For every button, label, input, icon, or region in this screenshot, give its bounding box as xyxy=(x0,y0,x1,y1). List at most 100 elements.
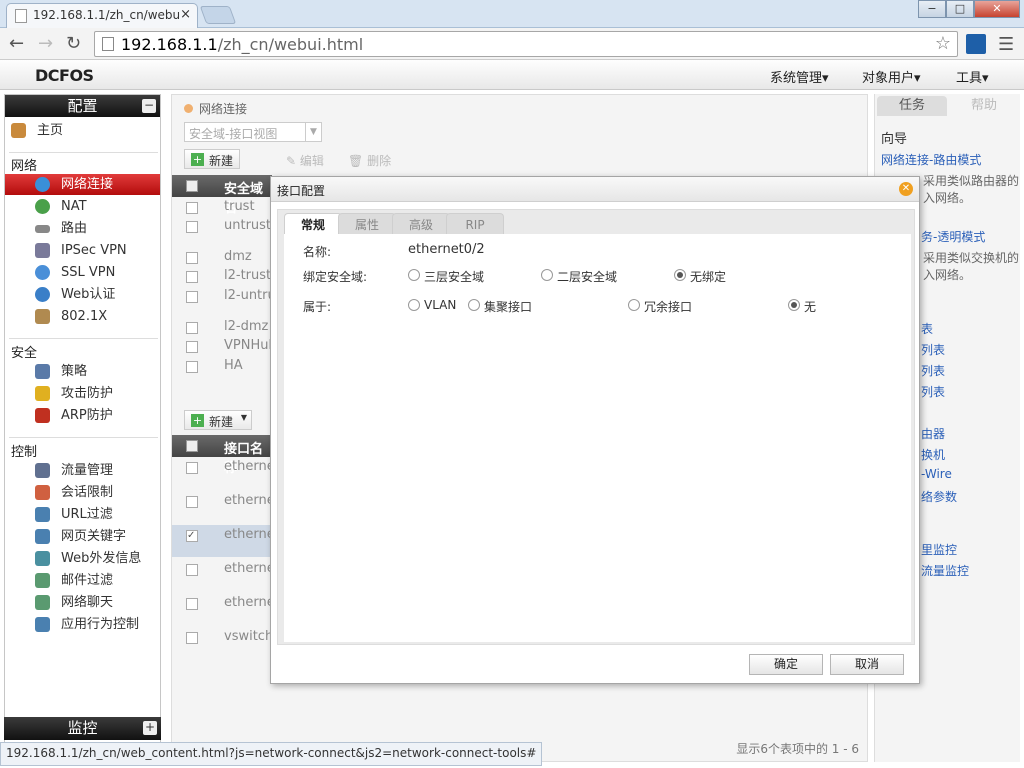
tab-close-icon[interactable]: × xyxy=(180,7,191,22)
radio-redundant[interactable]: 冗余接口 xyxy=(628,298,692,315)
browser-tab[interactable]: 192.168.1.1/zh_cn/webu × xyxy=(6,3,198,28)
radio-vlan[interactable]: VLAN xyxy=(408,298,456,312)
menu-tools[interactable]: 工具▾ xyxy=(956,67,989,86)
ok-button[interactable]: 确定 xyxy=(749,654,823,675)
sidebar-item-traffic-mgmt[interactable]: 流量管理 xyxy=(5,460,160,481)
radio-no-bind[interactable]: 无绑定 xyxy=(674,268,726,285)
table-cell[interactable]: VPNHub xyxy=(224,338,277,353)
sidebar-item-web-auth[interactable]: Web认证 xyxy=(5,284,160,305)
row-checkbox[interactable] xyxy=(186,271,198,283)
row-checkbox[interactable] xyxy=(186,496,198,508)
sidebar-item-policy[interactable]: 策略 xyxy=(5,361,160,382)
sidebar-item-mail-filter[interactable]: 邮件过滤 xyxy=(5,570,160,591)
link-transparent-mode[interactable]: 务-透明模式 xyxy=(921,228,985,245)
view-select[interactable]: 安全域-接口视图 ▼ xyxy=(184,122,322,142)
task-link[interactable]: 流量监控 xyxy=(921,562,969,579)
sidebar-item-session-limit[interactable]: 会话限制 xyxy=(5,482,160,503)
tab-general[interactable]: 常规 xyxy=(284,213,342,235)
menu-system-admin[interactable]: 系统管理▾ xyxy=(770,67,829,86)
sidebar-item-network-connect[interactable]: 网络连接 xyxy=(5,174,160,195)
delete-button[interactable]: 🗑 删除 xyxy=(348,152,391,169)
row-checkbox[interactable] xyxy=(186,361,198,373)
table-cell[interactable]: etherne xyxy=(224,527,275,542)
task-link[interactable]: 列表 xyxy=(921,341,945,358)
task-link[interactable]: 列表 xyxy=(921,383,945,400)
sidebar-item-home[interactable]: 主页 xyxy=(5,120,160,141)
expand-icon[interactable]: + xyxy=(143,721,157,735)
radio-l2-zone[interactable]: 二层安全域 xyxy=(541,268,617,285)
task-link[interactable]: 由器 xyxy=(921,425,945,442)
tab-rip[interactable]: RIP xyxy=(446,213,504,235)
menu-object-user[interactable]: 对象用户▾ xyxy=(862,67,921,86)
row-checkbox[interactable] xyxy=(186,598,198,610)
task-link[interactable]: 列表 xyxy=(921,362,945,379)
table-cell[interactable]: HA xyxy=(224,358,243,373)
sidebar-item-ipsec-vpn[interactable]: IPSec VPN xyxy=(5,240,160,261)
sidebar-item-arp-defense[interactable]: ARP防护 xyxy=(5,405,160,426)
link-route-mode[interactable]: 网络连接-路由模式 xyxy=(881,151,981,168)
tab-tasks[interactable]: 任务 xyxy=(877,96,947,116)
row-checkbox[interactable] xyxy=(186,341,198,353)
task-link[interactable]: 里监控 xyxy=(921,541,957,558)
browser-menu-icon[interactable]: ☰ xyxy=(998,34,1014,55)
task-link[interactable]: 络参数 xyxy=(921,488,957,505)
radio-l3-zone[interactable]: 三层安全域 xyxy=(408,268,484,285)
row-checkbox[interactable] xyxy=(186,462,198,474)
sidebar-item-ssl-vpn[interactable]: SSL VPN xyxy=(5,262,160,283)
extension-icon[interactable] xyxy=(966,34,986,54)
cancel-button[interactable]: 取消 xyxy=(830,654,904,675)
reload-icon[interactable]: ↻ xyxy=(66,33,81,54)
row-checkbox[interactable] xyxy=(186,632,198,644)
table-cell[interactable]: dmz xyxy=(224,249,252,264)
row-checkbox[interactable] xyxy=(186,252,198,264)
row-checkbox[interactable] xyxy=(186,322,198,334)
back-arrow-icon[interactable]: ← xyxy=(9,33,24,54)
task-link[interactable]: 换机 xyxy=(921,446,945,463)
sidebar-monitor-header[interactable]: 监控 + xyxy=(4,717,161,740)
address-bar[interactable]: 192.168.1.1/zh_cn/webui.html ☆ xyxy=(94,31,958,57)
maximize-button[interactable]: □ xyxy=(946,0,974,18)
row-checkbox[interactable]: ✓ xyxy=(186,530,198,542)
sidebar-item-attack-defense[interactable]: 攻击防护 xyxy=(5,383,160,404)
new-zone-button[interactable]: + 新建 xyxy=(184,149,241,169)
sidebar-item-8021x[interactable]: 802.1X xyxy=(5,306,160,327)
sidebar-item-web-post[interactable]: Web外发信息 xyxy=(5,548,160,569)
tab-properties[interactable]: 属性 xyxy=(338,213,396,235)
tab-help[interactable]: 帮助 xyxy=(949,96,1019,116)
window-close-button[interactable]: ✕ xyxy=(974,0,1020,18)
radio-aggregate[interactable]: 集聚接口 xyxy=(468,298,532,315)
table-cell[interactable]: etherne xyxy=(224,595,275,610)
sidebar-item-url-filter[interactable]: URL过滤 xyxy=(5,504,160,525)
sidebar-item-route[interactable]: 路由 xyxy=(5,218,160,239)
table-cell[interactable]: vswitch xyxy=(224,629,273,644)
new-interface-button[interactable]: + 新建 ▼ xyxy=(184,410,253,430)
new-tab-button[interactable] xyxy=(199,6,237,24)
table-cell[interactable]: l2-untru xyxy=(224,288,276,303)
task-link[interactable]: -Wire xyxy=(921,467,952,481)
table-cell[interactable]: etherne xyxy=(224,561,275,576)
collapse-icon[interactable]: − xyxy=(142,99,156,113)
radio-none[interactable]: 无 xyxy=(788,298,816,315)
table-cell[interactable]: etherne xyxy=(224,493,275,508)
row-checkbox[interactable] xyxy=(186,564,198,576)
bookmark-star-icon[interactable]: ☆ xyxy=(935,33,951,54)
edit-button[interactable]: ✎ 编辑 xyxy=(286,152,324,169)
close-icon[interactable]: ✕ xyxy=(899,182,913,196)
select-all-checkbox[interactable] xyxy=(186,440,198,452)
table-cell[interactable]: untrust xyxy=(224,218,271,233)
sidebar-item-nat[interactable]: NAT xyxy=(5,196,160,217)
select-all-checkbox[interactable] xyxy=(186,180,198,192)
forward-arrow-icon[interactable]: → xyxy=(38,33,53,54)
task-link[interactable]: 表 xyxy=(921,320,933,337)
sidebar-item-im-chat[interactable]: 网络聊天 xyxy=(5,592,160,613)
sidebar-item-app-control[interactable]: 应用行为控制 xyxy=(5,614,160,635)
table-cell[interactable]: trust xyxy=(224,199,255,214)
row-checkbox[interactable] xyxy=(186,202,198,214)
table-cell[interactable]: etherne xyxy=(224,459,275,474)
row-checkbox[interactable] xyxy=(186,291,198,303)
row-checkbox[interactable] xyxy=(186,221,198,233)
sidebar-item-web-keyword[interactable]: 网页关键字 xyxy=(5,526,160,547)
table-cell[interactable]: l2-dmz xyxy=(224,319,268,334)
table-cell[interactable]: l2-trust xyxy=(224,268,271,283)
tab-advanced[interactable]: 高级 xyxy=(392,213,450,235)
